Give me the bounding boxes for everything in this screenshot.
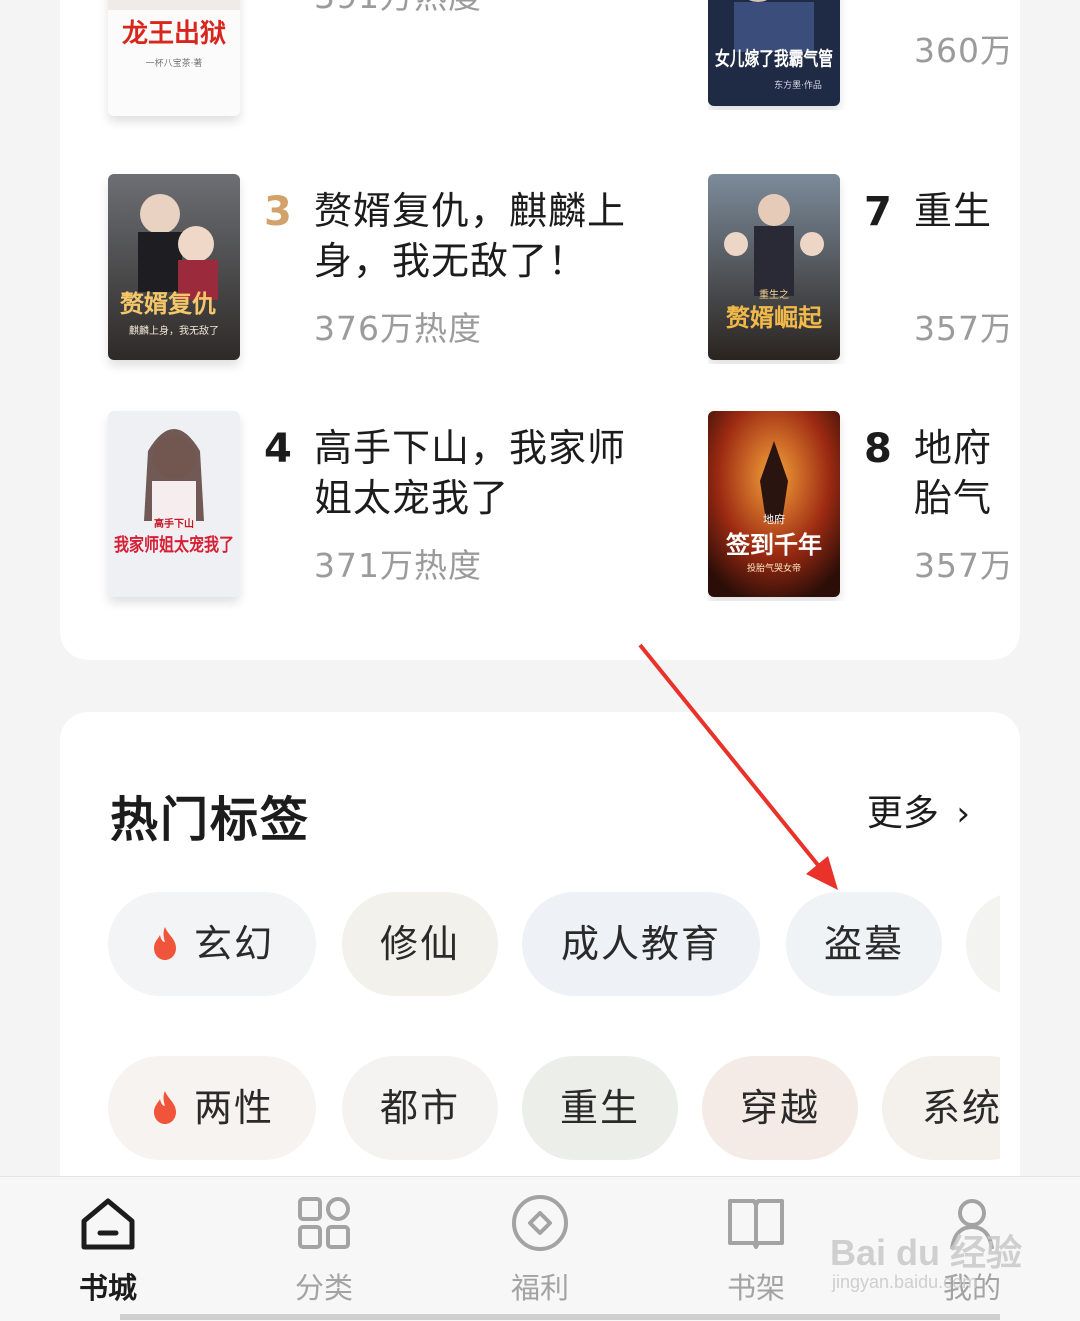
svg-text:一杯八宝茶·著: 一杯八宝茶·著 xyxy=(146,57,203,69)
tag-label: 都市 xyxy=(379,1086,460,1130)
rank-number: 7 xyxy=(864,189,892,235)
tag-label: 系统 xyxy=(921,1086,1000,1130)
home-icon xyxy=(81,1198,135,1250)
book-title: 地府胎气 xyxy=(914,426,993,520)
tag-label: 成人教育 xyxy=(560,922,721,966)
grid-icon xyxy=(298,1197,350,1249)
tag-row: 玄幻 修仙 成人教育 盗墓 xyxy=(108,892,1000,1002)
coin-icon xyxy=(512,1195,568,1251)
tag-label: 玄幻 xyxy=(193,922,274,966)
svg-text:东方墨·作品: 东方墨·作品 xyxy=(774,79,822,91)
nav-category[interactable]: 分类 xyxy=(244,1191,404,1307)
svg-text:高手下山: 高手下山 xyxy=(154,517,194,530)
tag-chip[interactable]: 两性 xyxy=(108,1056,316,1160)
rank-number: 4 xyxy=(264,426,292,472)
book-cover: 赘婿复仇 麒麟上身，我无敌了 xyxy=(108,174,240,360)
book-heat: 357万 xyxy=(914,546,1008,585)
book-heat: 376万热度 xyxy=(314,309,482,348)
svg-text:赘婿崛起: 赘婿崛起 xyxy=(725,303,823,332)
fire-icon xyxy=(153,1091,176,1124)
book-cover: 地府 签到千年 投胎气哭女帝 xyxy=(708,411,840,597)
book-cover: 高手下山 我家师姐太宠我了 xyxy=(108,411,240,597)
book-icon xyxy=(728,1199,784,1249)
svg-text:我家师姐太宠我了: 我家师姐太宠我了 xyxy=(114,534,234,556)
svg-text:地府: 地府 xyxy=(763,512,785,526)
nav-label: 我的 xyxy=(942,1271,1001,1305)
nav-mine[interactable]: 我的 xyxy=(892,1191,1052,1307)
svg-text:麒麟上身，我无敌了: 麒麟上身，我无敌了 xyxy=(129,324,219,337)
chevron-right-icon: › xyxy=(956,794,970,834)
section-title: 热门标签 xyxy=(110,792,311,848)
ranking-card: 龙王出狱 一杯八宝茶·著 391万热度 赘婿复仇 麒麟上身，我无敌了 3 赘婿复… xyxy=(60,0,1020,660)
tag-label: 重生 xyxy=(559,1086,640,1130)
book-heat: 357万 xyxy=(914,309,1008,348)
svg-text:龙王出狱: 龙王出狱 xyxy=(122,19,226,49)
tag-chip[interactable]: 成人教育 xyxy=(522,892,760,996)
tag-chip[interactable]: 修仙 xyxy=(342,892,498,996)
rank-number: 8 xyxy=(864,426,892,472)
nav-welfare[interactable]: 福利 xyxy=(460,1191,620,1307)
svg-text:重生之: 重生之 xyxy=(759,288,789,301)
nav-label: 书城 xyxy=(78,1271,137,1305)
nav-label: 分类 xyxy=(294,1271,353,1305)
book-item[interactable]: 重生之 赘婿崛起 7 重生 357万 xyxy=(708,174,1008,364)
tag-chip[interactable]: 穿越 xyxy=(702,1056,858,1160)
book-item[interactable]: 龙王出狱 一杯八宝茶·著 391万热度 xyxy=(108,0,668,120)
person-icon xyxy=(950,1199,994,1250)
tag-chip[interactable] xyxy=(966,892,1000,996)
home-indicator xyxy=(120,1314,1000,1320)
nav-label: 福利 xyxy=(510,1271,569,1305)
nav-label: 书架 xyxy=(726,1271,785,1305)
tag-chip[interactable]: 系统 xyxy=(882,1056,1000,1160)
book-cover: 龙王出狱 一杯八宝茶·著 xyxy=(108,0,240,116)
more-link[interactable]: 更多 › xyxy=(867,784,970,836)
fire-icon xyxy=(153,927,176,960)
svg-text:签到千年: 签到千年 xyxy=(725,530,822,559)
svg-text:赘婿复仇: 赘婿复仇 xyxy=(119,289,216,318)
book-item[interactable]: 女儿嫁了我霸气管 东方墨·作品 管 360万 xyxy=(708,0,1008,110)
tag-chip[interactable]: 重生 xyxy=(522,1056,678,1160)
more-label: 更多 xyxy=(866,793,939,834)
book-cover: 重生之 赘婿崛起 xyxy=(708,174,840,360)
bottom-nav: 书城 分类 福利 书架 我的 xyxy=(0,1176,1080,1321)
nav-bookshelf[interactable]: 书架 xyxy=(676,1191,836,1307)
book-item[interactable]: 地府 签到千年 投胎气哭女帝 8 地府胎气 357万 xyxy=(708,411,1008,601)
book-title: 赘婿复仇，麒麟上身，我无敌了！ xyxy=(314,189,627,283)
nav-home[interactable]: 书城 xyxy=(28,1191,188,1307)
rank-number: 3 xyxy=(264,189,292,235)
book-heat: 371万热度 xyxy=(314,546,482,585)
book-heat: 360万 xyxy=(914,31,1008,70)
svg-text:女儿嫁了我霸气管: 女儿嫁了我霸气管 xyxy=(715,47,833,70)
hot-tags-card: 热门标签 更多 › 玄幻 修仙 成人教育 盗墓 两性 都市 重生 穿越 系统 xyxy=(60,712,1020,1232)
book-item[interactable]: 赘婿复仇 麒麟上身，我无敌了 3 赘婿复仇，麒麟上身，我无敌了！ 376万热度 xyxy=(108,174,668,364)
tag-label: 盗墓 xyxy=(823,922,904,966)
tag-chip[interactable]: 盗墓 xyxy=(786,892,942,996)
svg-text:投胎气哭女帝: 投胎气哭女帝 xyxy=(747,562,801,574)
book-title: 重生 xyxy=(914,189,993,233)
tag-chip[interactable]: 玄幻 xyxy=(108,892,316,996)
book-item[interactable]: 高手下山 我家师姐太宠我了 4 高手下山，我家师姐太宠我了 371万热度 xyxy=(108,411,668,601)
tag-row: 两性 都市 重生 穿越 系统 xyxy=(108,1056,1000,1166)
tag-chip[interactable]: 都市 xyxy=(342,1056,498,1160)
tag-label: 两性 xyxy=(193,1086,274,1130)
tag-label: 修仙 xyxy=(379,922,460,966)
tag-label: 穿越 xyxy=(739,1086,820,1130)
book-cover: 女儿嫁了我霸气管 东方墨·作品 xyxy=(708,0,840,106)
book-heat: 391万热度 xyxy=(314,0,482,18)
book-title: 高手下山，我家师姐太宠我了 xyxy=(314,426,627,520)
